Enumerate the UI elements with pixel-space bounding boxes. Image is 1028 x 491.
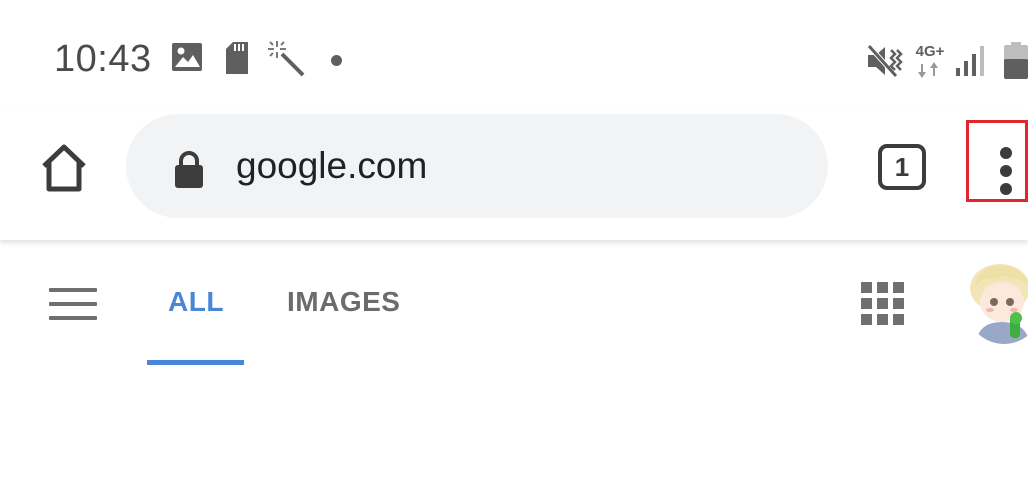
gallery-icon: [172, 43, 202, 71]
network-type-indicator: 4G+: [914, 44, 946, 78]
address-bar[interactable]: google.com: [126, 114, 828, 218]
more-vert-icon: [1000, 147, 1012, 159]
status-bar: 10:43 4G+: [0, 0, 1028, 110]
apps-grid-icon[interactable]: [861, 282, 904, 325]
vibrate-mute-icon: [867, 44, 903, 78]
tab-images[interactable]: IMAGES: [287, 286, 400, 318]
tab-switcher-button[interactable]: 1: [878, 144, 926, 190]
google-page: ALL IMAGES: [0, 240, 1028, 491]
hamburger-menu-icon[interactable]: [49, 288, 97, 320]
magic-wand-icon: [268, 41, 305, 77]
more-vert-icon-dot: [1000, 183, 1012, 195]
selected-tab-indicator: [147, 360, 244, 365]
network-type-label: 4G+: [915, 43, 945, 60]
home-icon[interactable]: [36, 140, 92, 196]
data-arrows-icon: [918, 62, 938, 78]
tab-all[interactable]: ALL: [168, 286, 224, 318]
url-text[interactable]: google.com: [236, 145, 427, 187]
notification-dot-icon: [331, 55, 342, 66]
more-vert-icon-dot: [1000, 165, 1012, 177]
status-time: 10:43: [54, 38, 152, 80]
browser-toolbar: google.com 1: [0, 110, 1028, 240]
battery-icon: [1004, 42, 1028, 79]
sd-card-icon: [226, 42, 248, 74]
lock-icon: [175, 151, 203, 188]
signal-icon: [956, 46, 984, 76]
avatar[interactable]: [964, 258, 1028, 344]
more-options-button[interactable]: [966, 120, 1028, 202]
